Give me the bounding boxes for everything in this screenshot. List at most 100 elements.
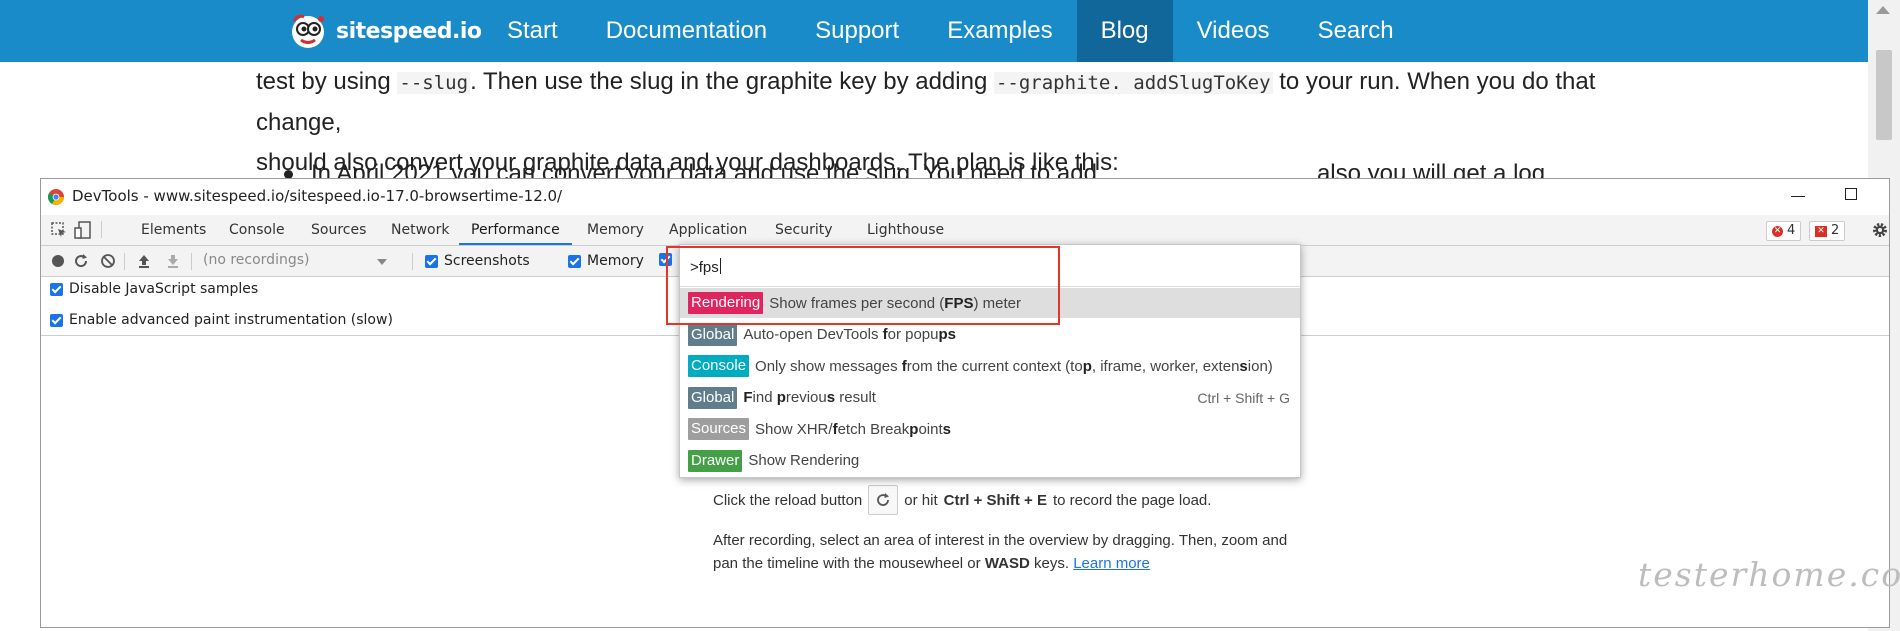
command-menu-item[interactable]: Console Only show messages from the curre… (680, 351, 1300, 381)
toolbar-separator (124, 253, 125, 270)
tab-sources[interactable]: Sources (307, 215, 370, 245)
tab-lighthouse[interactable]: Lighthouse (863, 215, 948, 245)
page-scrollbar-thumb[interactable] (1876, 50, 1892, 140)
site-nav-items: Start Documentation Support Examples Blo… (483, 0, 1418, 62)
tab-application[interactable]: Application (665, 215, 751, 245)
devtools-title: DevTools - www.sitespeed.io/sitespeed.io… (72, 187, 563, 205)
minimize-icon[interactable] (1788, 185, 1808, 205)
clear-icon[interactable] (100, 253, 116, 269)
nav-videos[interactable]: Videos (1173, 0, 1294, 62)
watermark: testerhome.com (1638, 555, 1900, 594)
checkbox-checked-icon (50, 282, 63, 296)
inspect-element-icon[interactable] (49, 220, 69, 240)
error-icon: ✕ (1772, 225, 1783, 237)
paragraph-text: test by using (256, 68, 398, 95)
command-menu-item[interactable]: Sources Show XHR/fetch Breakpoints (680, 414, 1300, 444)
save-profile-icon[interactable] (165, 253, 181, 269)
issue-count-badge[interactable]: ✕ 2 (1809, 221, 1846, 241)
landing-text: or hit (904, 491, 938, 509)
scroll-up-arrow-icon[interactable] (1876, 6, 1890, 14)
command-category-tag: Sources (688, 418, 750, 440)
nav-search[interactable]: Search (1294, 0, 1418, 62)
command-label: Only show messages from the current cont… (755, 357, 1273, 375)
tab-security[interactable]: Security (771, 215, 837, 245)
tab-network[interactable]: Network (387, 215, 453, 245)
bullet-text: In April 2021 you can convert your data … (311, 160, 1546, 178)
command-menu-item[interactable]: Global Auto-open DevTools for popups (680, 320, 1300, 350)
nav-examples[interactable]: Examples (923, 0, 1076, 62)
command-menu-item[interactable]: Global Find previous result Ctrl + Shift +… (680, 383, 1300, 413)
landing-text: Click the reload button (713, 491, 863, 509)
reload-record-icon[interactable] (73, 253, 89, 269)
site-navbar: sitespeed.io Start Documentation Support… (0, 0, 1868, 62)
landing-text: to record the page load. (1052, 491, 1212, 509)
checkbox-checked-icon (568, 254, 581, 268)
memory-checkbox[interactable]: Memory (568, 253, 644, 269)
recordings-select[interactable]: (no recordings) (203, 252, 391, 270)
device-toolbar-icon[interactable] (73, 220, 93, 240)
error-count: 4 (1787, 223, 1796, 238)
chevron-down-icon (377, 259, 387, 265)
toolbar-separator (191, 253, 192, 270)
nav-documentation[interactable]: Documentation (582, 0, 791, 62)
disable-js-samples-checkbox[interactable]: Disable JavaScript samples (50, 281, 258, 297)
paragraph-text: . Then use the slug in the graphite key … (470, 68, 994, 95)
command-label: Find previous result (743, 389, 876, 406)
command-category-tag: Console (688, 355, 750, 377)
tab-console[interactable]: Console (225, 215, 289, 245)
site-logo[interactable]: sitespeed.io (288, 10, 482, 52)
tab-separator (101, 221, 102, 238)
command-menu-item[interactable]: Drawer Show Rendering (680, 446, 1300, 476)
bullet-dot (284, 170, 293, 178)
command-menu: >fps Rendering Show frames per second (FP… (679, 244, 1301, 478)
checkbox-checked-icon (659, 253, 672, 266)
chrome-icon (48, 189, 64, 205)
issues-icon: ✕ (1815, 225, 1827, 237)
maximize-icon[interactable] (1842, 185, 1862, 205)
reload-instructions: Click the reload button or hit Ctrl + Sh… (713, 485, 1211, 515)
memory-label: Memory (587, 253, 644, 269)
wasd-keys: WASD (984, 555, 1030, 572)
load-profile-icon[interactable] (136, 253, 152, 269)
gear-icon[interactable] (1871, 221, 1889, 239)
checkbox-checked-icon (425, 254, 438, 268)
command-category-tag: Drawer (688, 449, 743, 472)
error-count-badge[interactable]: ✕ 4 (1766, 221, 1802, 241)
nav-support[interactable]: Support (791, 0, 923, 62)
nav-start[interactable]: Start (483, 0, 582, 62)
command-menu-input[interactable]: >fps (680, 245, 1300, 287)
issue-count: 2 (1831, 223, 1840, 238)
landing-text: keys. (1034, 555, 1070, 572)
command-menu-item[interactable]: Rendering Show frames per second (FPS) me… (680, 288, 1300, 318)
tab-memory[interactable]: Memory (583, 215, 648, 245)
command-label: Show frames per second (FPS) meter (769, 294, 1021, 312)
web-vitals-checkbox[interactable] (659, 253, 672, 266)
site-logo-text: sitespeed.io (336, 18, 482, 44)
advanced-paint-label: Enable advanced paint instrumentation (s… (69, 312, 393, 328)
recording-instructions: After recording, select an area of inter… (713, 529, 1293, 575)
screenshots-label: Screenshots (444, 253, 530, 269)
command-category-tag: Global (688, 323, 738, 346)
learn-more-link[interactable]: Learn more (1073, 555, 1150, 572)
command-category-tag: Rendering (688, 292, 764, 314)
command-query: >fps (690, 259, 719, 276)
record-shortcut: Ctrl + Shift + E (943, 491, 1047, 509)
sitespeed-logo-icon (292, 14, 324, 48)
command-label: Auto-open DevTools for popups (743, 326, 956, 343)
tab-performance[interactable]: Performance (459, 215, 572, 245)
code-graphite-key: --graphite. addSlugToKey (993, 72, 1273, 94)
tab-elements[interactable]: Elements (137, 215, 210, 245)
devtools-titlebar[interactable]: DevTools - www.sitespeed.io/sitespeed.io… (41, 179, 1889, 215)
command-label: Show XHR/fetch Breakpoints (755, 420, 951, 438)
command-label: Show Rendering (748, 452, 860, 469)
advanced-paint-checkbox[interactable]: Enable advanced paint instrumentation (s… (50, 312, 393, 328)
record-icon[interactable] (50, 253, 66, 269)
toolbar-separator (412, 253, 413, 270)
reload-button[interactable] (868, 485, 899, 515)
checkbox-checked-icon (50, 313, 63, 327)
screenshots-checkbox[interactable]: Screenshots (425, 253, 530, 269)
recordings-select-value: (no recordings) (203, 252, 310, 268)
reload-icon (877, 493, 890, 506)
nav-blog[interactable]: Blog (1076, 0, 1173, 62)
devtools-tabbar: Elements Console Sources Network Perform… (41, 215, 1889, 246)
